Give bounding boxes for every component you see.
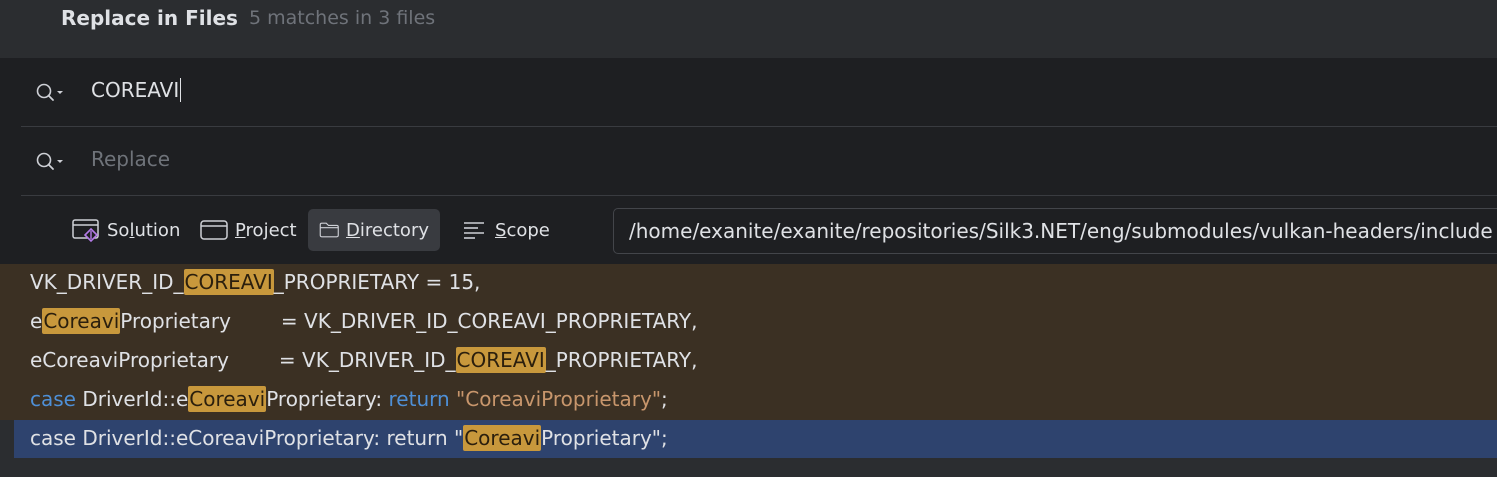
match-highlight: COREAVI <box>183 269 274 295</box>
dialog-title: Replace in Files <box>61 6 238 30</box>
replace-row: Replace <box>21 127 1497 196</box>
tab-project-label: Project <box>235 219 297 241</box>
tab-directory-label: Directory <box>346 219 429 241</box>
result-line[interactable]: eCoreaviProprietary = VK_DRIVER_ID_COREAV… <box>0 342 1497 381</box>
result-line-selected[interactable]: case DriverId::eCoreaviProprietary: retu… <box>14 420 1497 459</box>
result-line[interactable]: VK_DRIVER_ID_COREAVI_PROPRIETARY = 15, <box>0 264 1497 303</box>
match-highlight: Coreavi <box>463 425 542 451</box>
result-code: case DriverId::eCoreaviProprietary: retu… <box>30 386 668 412</box>
find-input-value: COREAVI <box>91 78 180 102</box>
scope-icon <box>464 222 484 239</box>
dialog-header: Replace in Files 5 matches in 3 files <box>0 0 1497 58</box>
tab-scope-label: Scope <box>495 219 550 241</box>
bottom-bar <box>0 458 1497 477</box>
result-code: VK_DRIVER_ID_COREAVI_PROPRIETARY = 15, <box>30 269 481 295</box>
replace-history-icon[interactable] <box>35 151 69 173</box>
result-code: eCoreaviProprietary = VK_DRIVER_ID_COREAV… <box>30 347 698 373</box>
result-code: case DriverId::eCoreaviProprietary: retu… <box>30 425 668 451</box>
result-line[interactable]: case DriverId::eCoreaviProprietary: retu… <box>0 381 1497 420</box>
directory-path-value: /home/exanite/exanite/repositories/Silk3… <box>629 219 1493 243</box>
find-input[interactable]: COREAVI <box>91 78 182 102</box>
tab-scope[interactable]: Scope <box>451 209 561 251</box>
match-highlight: Coreavi <box>42 308 121 334</box>
tab-solution-label: Solution <box>107 219 181 241</box>
tab-solution[interactable]: Solution <box>61 209 191 251</box>
find-row: COREAVI <box>21 58 1497 127</box>
solution-icon <box>72 219 99 243</box>
tab-directory[interactable]: Directory <box>308 209 440 251</box>
tab-project[interactable]: Project <box>189 209 308 251</box>
replace-input[interactable]: Replace <box>91 147 170 171</box>
result-line[interactable]: eCoreaviProprietary = VK_DRIVER_ID_COREAV… <box>0 303 1497 342</box>
folder-icon <box>319 222 339 238</box>
match-summary: 5 matches in 3 files <box>249 7 436 29</box>
project-icon <box>200 220 228 240</box>
directory-path-field[interactable]: /home/exanite/exanite/repositories/Silk3… <box>613 208 1497 254</box>
result-code: eCoreaviProprietary = VK_DRIVER_ID_COREAV… <box>30 308 698 334</box>
text-caret <box>180 78 182 102</box>
match-highlight: COREAVI <box>455 347 546 373</box>
match-highlight: Coreavi <box>188 386 267 412</box>
search-history-icon[interactable] <box>35 82 69 104</box>
